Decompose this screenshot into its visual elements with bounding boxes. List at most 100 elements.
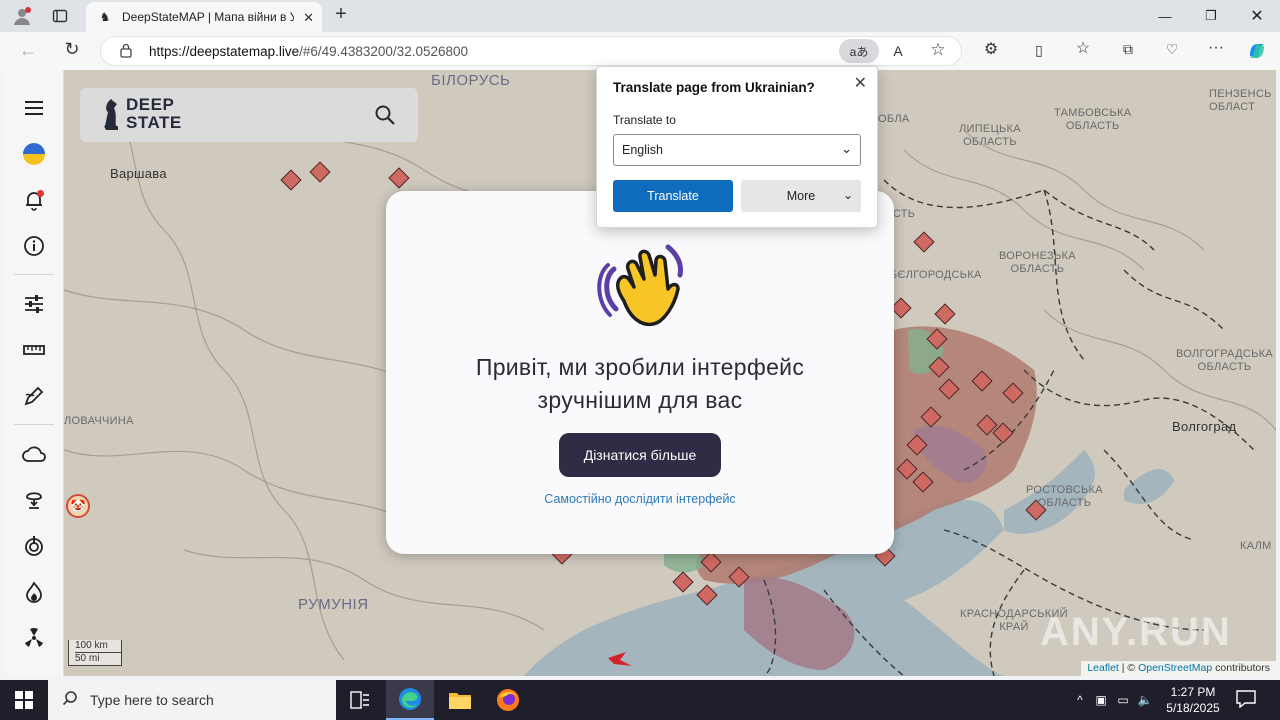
address-toolbar: ← ↻ https://deepstatemap.live/#6/49.4383… — [0, 32, 1280, 70]
clown-marker-icon[interactable]: 🤡 — [66, 494, 90, 518]
reload-icon[interactable]: ↻ — [62, 40, 82, 58]
map-label-penza: ПЕНЗЕНСЬ ОБЛАСТ — [1209, 88, 1272, 113]
radiation-icon[interactable] — [22, 626, 46, 650]
volume-icon[interactable]: 🔈 — [1134, 693, 1156, 707]
menu-icon[interactable] — [22, 96, 46, 120]
map-label-belgorod: БЄЛГОРОДСЬКА — [890, 269, 982, 281]
chevron-down-icon: ⌄ — [842, 188, 853, 202]
leaflet-link[interactable]: Leaflet — [1087, 662, 1119, 674]
map-label-lipetsk: ЛИПЕЦЬКА ОБЛАСТЬ — [959, 123, 1021, 148]
taskbar-clock[interactable]: 1:27 PM 5/18/2025 — [1158, 684, 1228, 716]
extensions-icon[interactable]: ⚙ — [982, 42, 1000, 58]
windows-start-icon[interactable] — [0, 680, 48, 720]
taskbar-search-box[interactable]: Type here to search — [48, 680, 336, 720]
deepstate-favicon-icon: ♞ — [99, 10, 111, 24]
logo-search-panel: DEEP STATE — [80, 88, 418, 142]
clock-date: 5/18/2025 — [1166, 701, 1220, 715]
translate-title: Translate page from Ukrainian? — [613, 80, 815, 95]
translate-button[interactable]: Translate — [613, 180, 733, 212]
tray-device-icon[interactable]: ▣ — [1090, 693, 1112, 707]
osm-link[interactable]: OpenStreetMap — [1138, 662, 1212, 674]
draw-icon[interactable] — [22, 384, 46, 408]
map-label-warsaw: Варшава — [110, 166, 167, 181]
tray-chevron-icon[interactable]: ^ — [1070, 693, 1090, 707]
sidebar-divider — [14, 274, 54, 275]
translate-popup: Translate page from Ukrainian? ✕ Transla… — [596, 66, 878, 228]
more-button-label: More — [786, 189, 816, 203]
url-host: https://deepstatemap.live — [149, 44, 300, 59]
fire-icon[interactable] — [22, 580, 46, 604]
logo-line-2: STATE — [126, 113, 182, 132]
close-tab-icon[interactable]: ✕ — [303, 10, 314, 26]
performance-icon[interactable]: ♡ — [1162, 41, 1182, 57]
search-icon — [62, 690, 78, 710]
notifications-icon[interactable] — [1236, 690, 1258, 710]
lock-icon[interactable] — [119, 43, 133, 61]
favorite-star-icon[interactable]: ☆ — [929, 41, 947, 58]
address-bar[interactable]: https://deepstatemap.live/#6/49.4383200/… — [100, 36, 962, 66]
welcome-modal: Привіт, ми зробили інтерфейс зручнішим д… — [386, 191, 894, 554]
close-window-button[interactable]: ✕ — [1234, 0, 1280, 32]
map-attribution: Leaflet | © OpenStreetMap contributors — [1081, 661, 1276, 676]
translate-to-label: Translate to — [613, 113, 676, 127]
explosion-icon[interactable] — [22, 488, 46, 512]
map-label-voronezh: ВОРОНЕЗЬКА ОБЛАСТЬ — [999, 250, 1076, 275]
translate-chip-icon[interactable]: aあ — [839, 39, 879, 63]
map-label-oblast-fragment: ОБЛА — [878, 113, 910, 125]
map-label-volgograd-oblast: ВОЛГОГРАДСЬКА ОБЛАСТЬ — [1176, 348, 1274, 373]
more-button[interactable]: More ⌄ — [741, 180, 861, 212]
sidebar — [4, 70, 64, 676]
target-icon[interactable] — [22, 534, 46, 558]
new-tab-icon[interactable]: + — [332, 4, 350, 24]
explore-yourself-link[interactable]: Самостійно дослідити інтерфейс — [386, 492, 894, 506]
minimize-button[interactable]: — — [1142, 0, 1188, 32]
back-icon[interactable]: ← — [18, 41, 38, 59]
search-icon[interactable] — [374, 104, 396, 126]
learn-more-button[interactable]: Дізнатися більше — [559, 433, 721, 477]
file-explorer-icon[interactable] — [436, 680, 484, 720]
chevron-down-icon: ⌄ — [841, 141, 852, 156]
clock-time: 1:27 PM — [1170, 685, 1216, 699]
target-language-select[interactable]: English ⌄ — [613, 134, 861, 166]
close-popup-icon[interactable]: ✕ — [854, 73, 867, 93]
map-label-romania: РУМУНІЯ — [298, 596, 369, 613]
tab-actions-icon[interactable] — [52, 8, 68, 24]
read-aloud-icon[interactable]: A — [889, 43, 907, 59]
ruler-icon[interactable] — [22, 338, 46, 362]
firefox-icon[interactable] — [484, 680, 532, 720]
copilot-icon[interactable] — [1246, 40, 1268, 62]
profile-icon[interactable] — [12, 6, 32, 26]
scale-km: 100 km — [75, 640, 121, 653]
system-tray: ^ ▣ ▭ 🔈 — [1070, 680, 1156, 720]
edge-taskbar-icon[interactable] — [386, 680, 434, 720]
scale-mi: 50 mi — [75, 653, 100, 664]
notifications-icon[interactable] — [22, 188, 46, 212]
map-label-volgograd: Волгоград — [1172, 419, 1237, 434]
url-path: /#6/49.4383200/32.0526800 — [299, 44, 469, 59]
modal-title: Привіт, ми зробили інтерфейс зручнішим д… — [386, 351, 894, 417]
network-icon[interactable]: ▭ — [1112, 693, 1134, 707]
map-label-belarus: БІЛОРУСЬ — [431, 72, 511, 89]
attribution-rest: contributors — [1212, 662, 1270, 674]
map-scale: 100 km 50 mi — [68, 640, 122, 666]
weather-icon[interactable] — [22, 442, 46, 466]
anyrun-watermark: ANY.RUN — [1040, 610, 1232, 654]
info-icon[interactable] — [22, 234, 46, 258]
active-tab[interactable]: ♞ DeepStateMAP | Мапа війни в Ук ✕ — [86, 2, 322, 32]
task-view-icon[interactable] — [336, 680, 384, 720]
windows-taskbar: Type here to search ^ ▣ ▭ 🔈 1:27 PM 5/18… — [0, 680, 1280, 720]
deepstate-logo[interactable]: DEEP STATE — [126, 96, 182, 132]
map-label-slovakia: ЛОВАЧЧИНА — [64, 415, 134, 427]
restore-button[interactable]: ❐ — [1188, 0, 1234, 32]
sidebar-divider — [14, 424, 54, 425]
more-menu-icon[interactable]: ··· — [1206, 40, 1226, 56]
tab-title: DeepStateMAP | Мапа війни в Ук — [122, 10, 294, 24]
filters-icon[interactable] — [22, 292, 46, 316]
split-screen-icon[interactable]: ▯ — [1030, 42, 1048, 58]
taskbar-search-placeholder: Type here to search — [90, 692, 214, 708]
ukraine-flag-icon[interactable] — [22, 142, 46, 166]
map-label-kalm: КАЛМ — [1240, 540, 1272, 552]
collections-icon[interactable]: ⧉ — [1118, 41, 1138, 57]
favorites-icon[interactable]: ☆ — [1074, 41, 1092, 57]
url-text[interactable]: https://deepstatemap.live/#6/49.4383200/… — [149, 44, 468, 59]
